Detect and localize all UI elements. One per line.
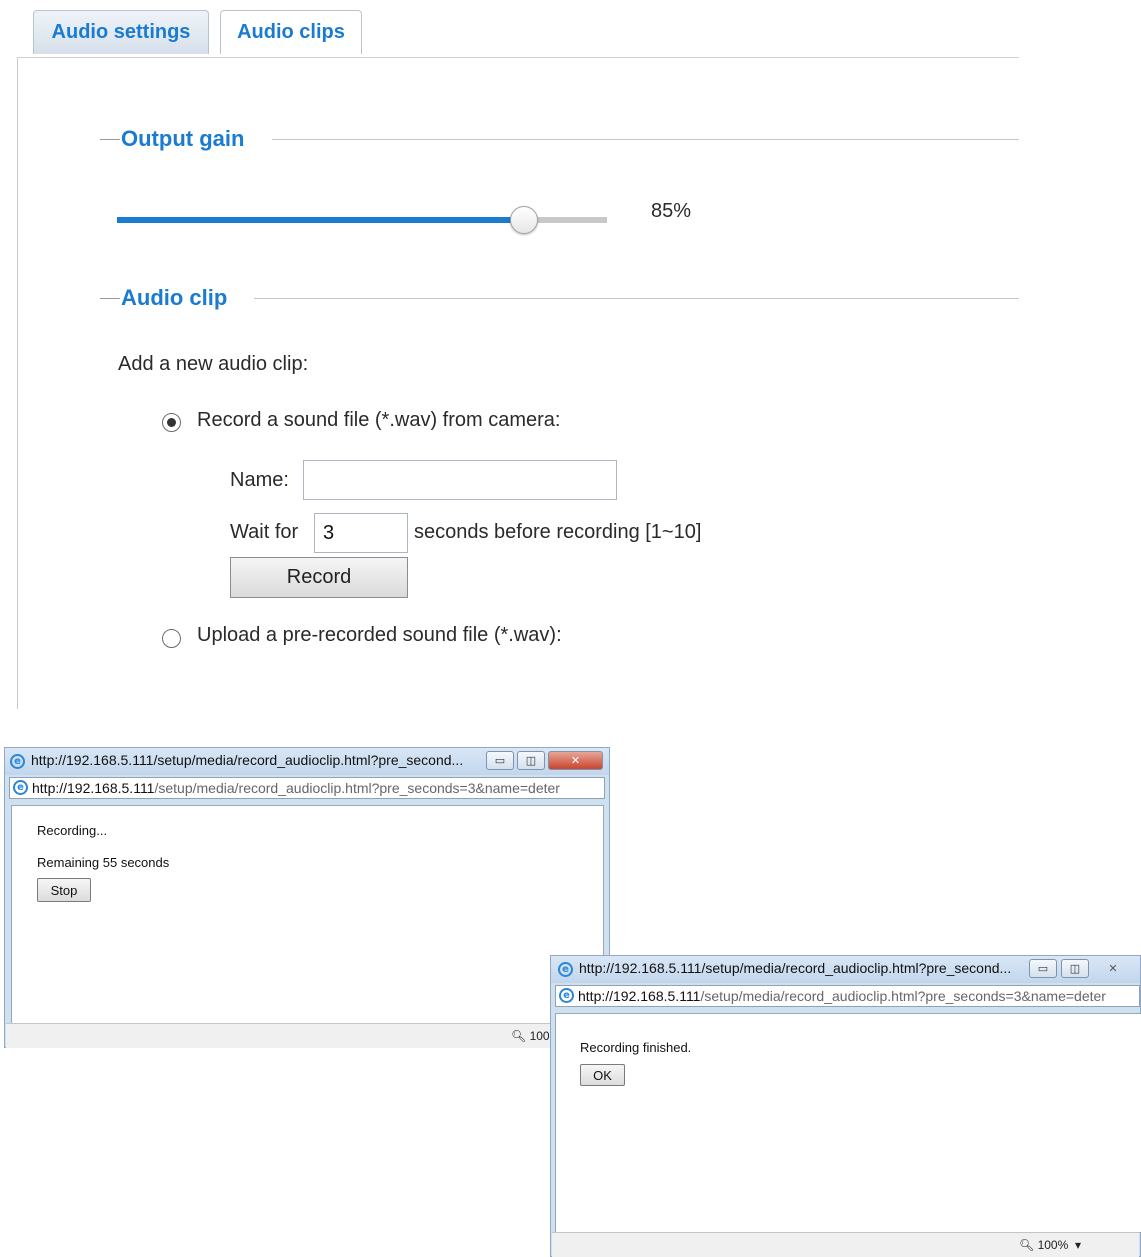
recording-status: Recording... (37, 823, 108, 838)
zoom-value: 100% (1037, 1238, 1069, 1252)
remaining-time: Remaining 55 seconds (37, 855, 170, 870)
zoom-level[interactable]: 🔍︎ 100% ▾ (1019, 1238, 1081, 1252)
ok-button[interactable]: OK (580, 1064, 625, 1086)
popup-title: http://192.168.5.111/setup/media/record_… (31, 752, 464, 768)
upload-radio[interactable] (162, 629, 181, 648)
minimize-icon[interactable]: ▭ (486, 751, 514, 770)
chevron-down-icon[interactable]: ▾ (1075, 1238, 1081, 1252)
radio-selected-dot (167, 418, 176, 427)
address-path: /setup/media/record_audioclip.html?pre_s… (700, 988, 1106, 1004)
name-field[interactable] (303, 460, 617, 500)
upload-option-label: Upload a pre-recorded sound file (*.wav)… (197, 624, 562, 646)
status-bar: 🔍︎ 100% (6, 1023, 608, 1048)
slider-thumb[interactable] (509, 206, 538, 234)
output-gain-legend: Output gain (121, 126, 245, 151)
wait-label: Wait for (230, 521, 299, 543)
ie-icon: e (558, 962, 573, 977)
ie-icon: e (10, 754, 25, 769)
close-icon[interactable]: ✕ (1099, 959, 1127, 978)
address-text: http://192.168.5.111/setup/media/record_… (578, 988, 1141, 1004)
legend-dash (100, 139, 120, 140)
address-bar[interactable]: e http://192.168.5.111/setup/media/recor… (555, 985, 1140, 1007)
record-option-label: Record a sound file (*.wav) from camera: (197, 409, 561, 431)
address-host: http://192.168.5.111 (32, 780, 155, 796)
zoom-icon: 🔍︎ (511, 1029, 527, 1043)
tab-audio-settings[interactable]: Audio settings (33, 10, 209, 54)
close-icon[interactable]: ✕ (548, 751, 603, 770)
record-button[interactable]: Record (230, 557, 408, 598)
output-gain-value: 85% (651, 200, 692, 222)
stop-button[interactable]: Stop (37, 878, 91, 902)
panel-left-border (17, 57, 18, 709)
panel-top-border (17, 57, 1019, 58)
popup-title: http://192.168.5.111/setup/media/record_… (579, 960, 1012, 976)
address-bar[interactable]: e http://192.168.5.111/setup/media/recor… (9, 777, 605, 799)
slider-fill (117, 217, 524, 223)
legend-dash (100, 298, 120, 299)
tab-audio-clips[interactable]: Audio clips (220, 10, 362, 54)
name-label: Name: (230, 469, 289, 491)
wait-suffix: seconds before recording [1~10] (414, 521, 702, 543)
status-bar: 🔍︎ 100% ▾ (552, 1232, 1139, 1257)
popup-titlebar[interactable]: e http://192.168.5.111/setup/media/recor… (5, 748, 609, 775)
popup-content: Recording finished. OK (555, 1013, 1141, 1233)
finished-popup-window: e http://192.168.5.111/setup/media/recor… (550, 955, 1141, 1257)
audio-clip-legend: Audio clip (121, 285, 228, 310)
wait-seconds-field[interactable] (314, 513, 408, 553)
legend-line (254, 298, 1019, 299)
popup-titlebar[interactable]: e http://192.168.5.111/setup/media/recor… (551, 956, 1140, 983)
maximize-icon[interactable]: ◫ (1061, 959, 1089, 978)
output-gain-slider[interactable] (117, 205, 607, 235)
ie-icon: e (13, 780, 28, 795)
address-text: http://192.168.5.111/setup/media/record_… (32, 780, 602, 796)
add-new-clip-label: Add a new audio clip: (118, 353, 309, 375)
maximize-icon[interactable]: ◫ (517, 751, 545, 770)
finished-status: Recording finished. (580, 1040, 692, 1055)
zoom-icon: 🔍︎ (1019, 1238, 1035, 1252)
ie-icon: e (559, 988, 574, 1003)
popup-content: Recording... Remaining 55 seconds Stop (11, 805, 604, 1024)
recording-popup-window: e http://192.168.5.111/setup/media/recor… (4, 747, 610, 1048)
address-path: /setup/media/record_audioclip.html?pre_s… (154, 780, 560, 796)
legend-line (272, 139, 1019, 140)
address-host: http://192.168.5.111 (578, 988, 701, 1004)
minimize-icon[interactable]: ▭ (1029, 959, 1057, 978)
record-radio[interactable] (162, 413, 181, 432)
